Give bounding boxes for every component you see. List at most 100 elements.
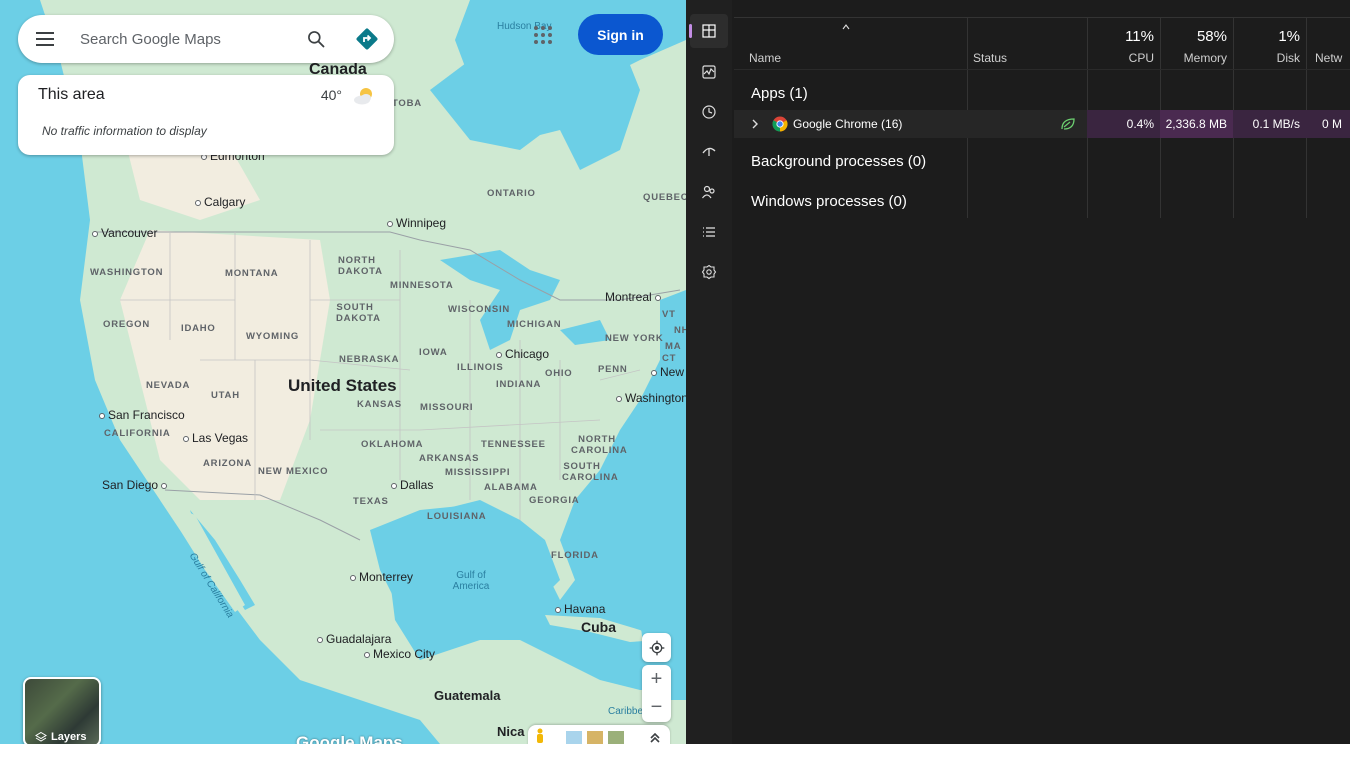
state-label: PENN	[598, 364, 628, 375]
google-maps-view[interactable]: Canada United States Cuba Guatemala Nica…	[0, 0, 686, 744]
state-label: MONTANA	[225, 268, 279, 279]
state-label: MICHIGAN	[507, 319, 562, 330]
directions-icon[interactable]	[355, 27, 379, 51]
efficiency-mode-leaf-icon	[1061, 118, 1075, 130]
group-windows-processes[interactable]: Windows processes (0)	[751, 193, 907, 210]
state-label: MISSOURI	[420, 402, 474, 413]
column-header-memory[interactable]: 58% Memory	[1160, 18, 1233, 70]
state-label: FLORIDA	[551, 550, 599, 561]
temperature: 40°	[320, 87, 342, 103]
task-manager-nav-rail	[686, 0, 732, 744]
state-label: OREGON	[103, 319, 151, 330]
country-label: United States	[288, 376, 397, 395]
area-title: This area	[38, 86, 105, 103]
state-label: OHIO	[545, 368, 573, 379]
google-maps-logo: Google Maps	[296, 733, 403, 744]
country-label: Cuba	[581, 619, 616, 635]
state-label: OKLAHOMA	[361, 439, 424, 450]
process-memory: 2,336.8 MB	[1160, 110, 1233, 138]
state-label: IDAHO	[181, 323, 216, 334]
startup-apps-icon[interactable]	[690, 134, 728, 168]
search-icon[interactable]	[306, 29, 326, 49]
province-label: ONTARIO	[487, 188, 536, 199]
pegman-icon[interactable]	[534, 728, 546, 744]
app-history-icon[interactable]	[690, 95, 728, 129]
state-label: NEBRASKA	[339, 354, 400, 365]
state-label: ALABAMA	[484, 482, 538, 493]
city-label[interactable]: New	[651, 365, 684, 379]
state-label: SOUTH CAROLINA	[562, 461, 619, 483]
terrain-thumbnail[interactable]	[587, 731, 603, 744]
state-label: NEVADA	[146, 380, 191, 391]
city-label[interactable]: Dallas	[391, 478, 433, 492]
details-icon[interactable]	[690, 215, 728, 249]
city-label[interactable]: San Diego	[102, 478, 170, 492]
my-location-icon	[649, 640, 664, 655]
city-label[interactable]: Winnipeg	[387, 216, 446, 230]
apps-grid-icon[interactable]	[534, 26, 554, 46]
state-label: WASHINGTON	[90, 267, 164, 278]
state-label: KANSAS	[357, 399, 402, 410]
sign-in-button[interactable]: Sign in	[578, 14, 663, 55]
city-label[interactable]: Vancouver	[92, 226, 157, 240]
expand-chevron-icon[interactable]	[751, 118, 759, 130]
my-location-button[interactable]	[642, 633, 671, 662]
process-cpu: 0.4%	[1087, 110, 1160, 138]
city-label[interactable]: Washington	[616, 391, 686, 405]
city-label[interactable]: Guadalajara	[317, 632, 391, 646]
layers-icon	[35, 731, 47, 742]
water-label: Gulf of America	[452, 570, 490, 592]
chrome-icon	[772, 116, 788, 132]
city-label[interactable]: Montreal	[605, 290, 664, 304]
state-label: GEORGIA	[529, 495, 580, 506]
search-box[interactable]	[18, 15, 394, 63]
zoom-out-button[interactable]: −	[642, 694, 671, 722]
map-bottom-toolbar	[528, 725, 670, 744]
province-label: QUEBEC	[643, 192, 686, 203]
city-label[interactable]: Las Vegas	[183, 431, 248, 445]
state-label: ARKANSAS	[419, 453, 480, 464]
process-row-chrome[interactable]: Google Chrome (16) 0.4% 2,336.8 MB 0.1 M…	[734, 110, 1350, 138]
performance-icon[interactable]	[690, 55, 728, 89]
zoom-in-button[interactable]: +	[642, 666, 671, 694]
column-header-name[interactable]: Name	[734, 18, 967, 70]
group-apps[interactable]: Apps (1)	[751, 85, 808, 102]
state-label: NORTH CAROLINA	[571, 434, 628, 456]
city-label[interactable]: Calgary	[195, 195, 245, 209]
expand-up-icon[interactable]	[649, 732, 661, 744]
layers-button[interactable]: Layers	[23, 677, 101, 744]
state-label: CALIFORNIA	[104, 428, 171, 439]
column-header-disk[interactable]: 1% Disk	[1233, 18, 1306, 70]
water-label: Caribbe	[608, 706, 644, 717]
hamburger-icon[interactable]	[36, 32, 56, 46]
column-header-network[interactable]: Netw	[1306, 18, 1350, 70]
city-label[interactable]: Chicago	[496, 347, 549, 361]
state-label: MA	[665, 341, 682, 352]
state-label: TENNESSEE	[481, 439, 546, 450]
country-label: Guatemala	[434, 688, 501, 703]
map-thumbnail[interactable]	[566, 731, 582, 744]
services-icon[interactable]	[690, 255, 728, 289]
processes-panel: Name Status 11% CPU 58% Memory 1% Disk N…	[734, 0, 1350, 744]
city-label[interactable]: San Francisco	[99, 408, 185, 422]
process-disk: 0.1 MB/s	[1233, 110, 1306, 138]
city-label[interactable]: Monterrey	[350, 570, 413, 584]
city-label[interactable]: Havana	[555, 602, 605, 616]
state-label: ARIZONA	[203, 458, 252, 469]
city-label[interactable]: Mexico City	[364, 647, 435, 661]
country-label: Nica	[497, 724, 525, 739]
state-label: SOUTH DAKOTA	[336, 302, 381, 324]
processes-icon[interactable]	[689, 14, 728, 48]
column-header-cpu[interactable]: 11% CPU	[1087, 18, 1160, 70]
area-info-card[interactable]: This area 40° No traffic information to …	[18, 75, 394, 155]
state-label: CT	[662, 353, 677, 364]
users-icon[interactable]	[690, 175, 728, 209]
state-label: NORTH DAKOTA	[338, 255, 383, 277]
search-input[interactable]	[80, 30, 280, 48]
state-label: VT	[662, 309, 676, 320]
satellite-thumbnail[interactable]	[608, 731, 624, 744]
partly-cloudy-icon	[354, 88, 372, 105]
column-header-status[interactable]: Status	[967, 18, 1087, 70]
group-background-processes[interactable]: Background processes (0)	[751, 153, 926, 170]
state-label: LOUISIANA	[427, 511, 487, 522]
